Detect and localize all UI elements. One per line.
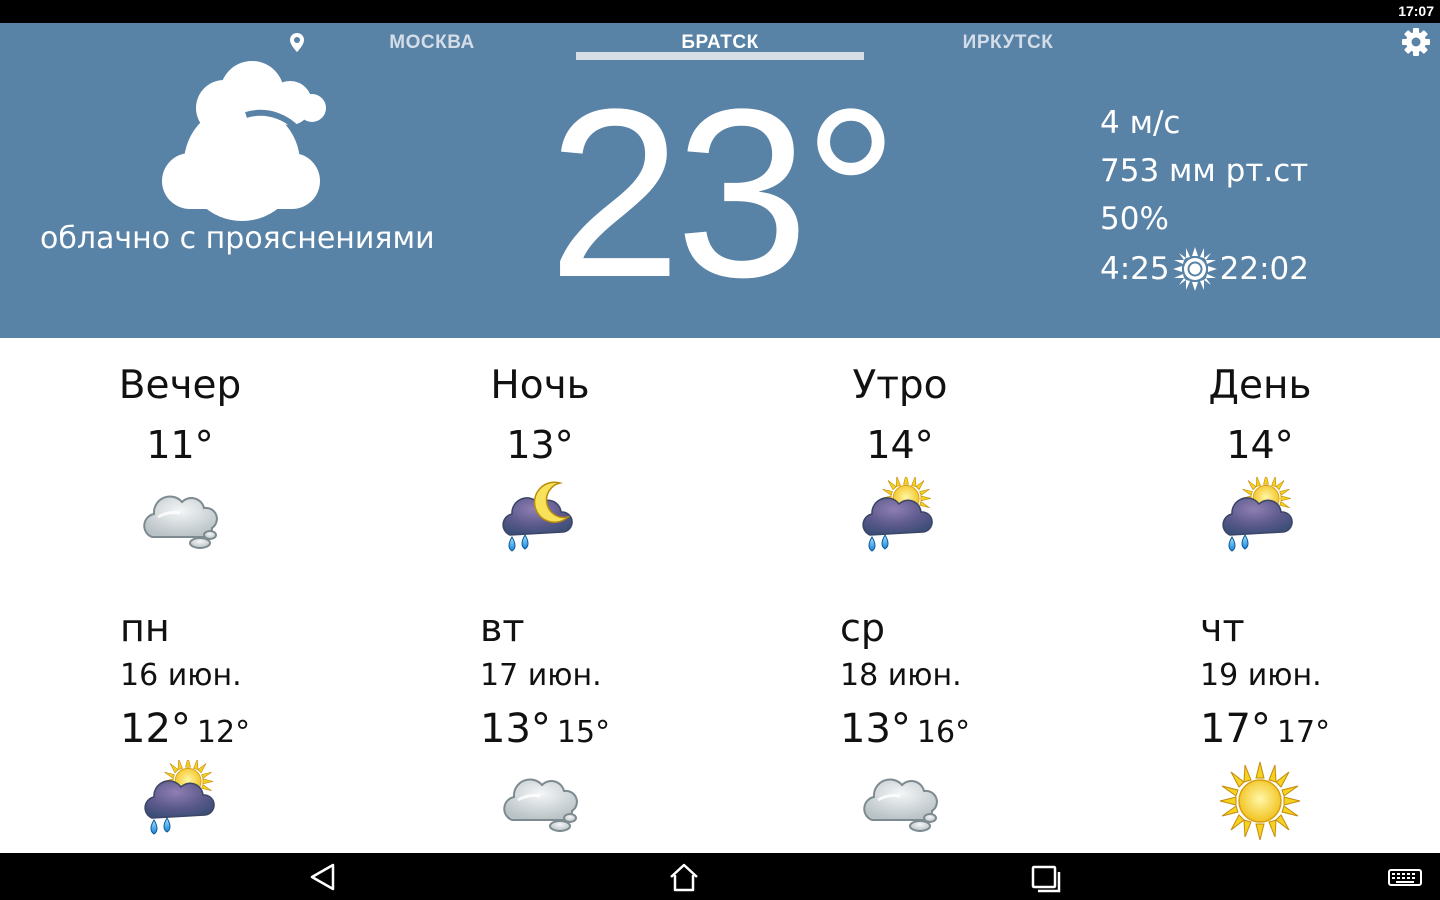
tab-moscow[interactable]: МОСКВА <box>336 32 528 54</box>
forecast-temps: 13° 15° <box>480 706 610 752</box>
forecast-temps: 13° 16° <box>840 706 970 752</box>
day-part-temp: 11° <box>146 423 214 467</box>
forecast-day-name: пн <box>120 606 170 650</box>
sun-icon <box>1218 760 1302 842</box>
sun-rain-icon <box>1218 477 1302 559</box>
day-part-temp: 14° <box>866 423 934 467</box>
tab-irkutsk[interactable]: ИРКУТСК <box>912 32 1104 54</box>
forecast-temp-max: 13° <box>480 706 551 752</box>
settings-gear-icon[interactable] <box>1400 26 1432 58</box>
status-bar: 17:07 <box>0 0 1440 23</box>
forecast-day-name: вт <box>480 606 525 650</box>
forecast-day-thu[interactable]: чт 19 июн. 17° 17° <box>1080 600 1440 850</box>
status-time: 17:07 <box>1398 3 1434 19</box>
cloud-sun-icon <box>162 61 326 221</box>
recent-apps-icon[interactable] <box>1029 861 1063 893</box>
humidity: 50% <box>1100 201 1169 237</box>
forecast-day-tue[interactable]: вт 17 июн. 13° 15° <box>360 600 720 850</box>
tab-bratsk[interactable]: БРАТСК <box>576 32 864 54</box>
forecast-temp-min: 16° <box>916 715 971 750</box>
forecast-day-name: чт <box>1200 606 1245 650</box>
pressure: 753 мм рт.ст <box>1100 153 1309 189</box>
wind-speed: 4 м/с <box>1100 105 1181 141</box>
current-description: облачно с прояснениями <box>40 221 435 256</box>
forecast-temp-min: 17° <box>1276 715 1331 750</box>
forecast-day-mon[interactable]: пн 16 июн. 12° 12° <box>0 600 360 850</box>
forecast-temp-max: 13° <box>840 706 911 752</box>
forecast-date: 18 июн. <box>840 658 962 693</box>
forecast-temp-max: 17° <box>1200 706 1271 752</box>
forecast-temp-min: 12° <box>196 715 251 750</box>
forecast-date: 17 июн. <box>480 658 602 693</box>
cloudy-icon <box>138 477 222 559</box>
day-part-name: Вечер <box>118 363 242 408</box>
day-part-name: Утро <box>852 363 948 408</box>
location-pin-icon[interactable] <box>288 32 306 54</box>
sun-icon <box>1172 247 1217 291</box>
forecast-date: 19 июн. <box>1200 658 1322 693</box>
forecast-temps: 17° 17° <box>1200 706 1330 752</box>
cloudy-icon <box>858 760 942 842</box>
navigation-bar <box>0 853 1440 900</box>
day-part-name: Ночь <box>490 363 590 408</box>
forecast-temp-min: 15° <box>556 715 611 750</box>
day-part-temp: 14° <box>1226 423 1294 467</box>
sun-times: 4:25 22:02 <box>1100 245 1309 293</box>
current-details: 4 м/с 753 мм рт.ст 50% 4:25 22:02 <box>1100 101 1309 293</box>
forecast-temps: 12° 12° <box>120 706 250 752</box>
day-part-name: День <box>1208 363 1312 408</box>
day-part-temp: 13° <box>506 423 574 467</box>
forecast-day-wed[interactable]: ср 18 июн. 13° 16° <box>720 600 1080 850</box>
sunrise-time: 4:25 <box>1100 251 1170 287</box>
current-weather-panel: МОСКВА БРАТСК ИРКУТСК облачно с прояснен… <box>0 23 1440 338</box>
forecast-date: 16 июн. <box>120 658 242 693</box>
back-icon[interactable] <box>306 861 340 893</box>
sun-rain-icon <box>858 477 942 559</box>
cloudy-icon <box>498 760 582 842</box>
forecast-temp-max: 12° <box>120 706 191 752</box>
night-rain-icon <box>498 477 582 559</box>
keyboard-icon[interactable] <box>1388 861 1422 893</box>
sun-rain-icon <box>140 760 224 842</box>
current-temperature: 23° <box>548 59 899 327</box>
sunset-time: 22:02 <box>1219 251 1309 287</box>
home-icon[interactable] <box>667 861 701 893</box>
forecast-day-name: ср <box>840 606 886 650</box>
